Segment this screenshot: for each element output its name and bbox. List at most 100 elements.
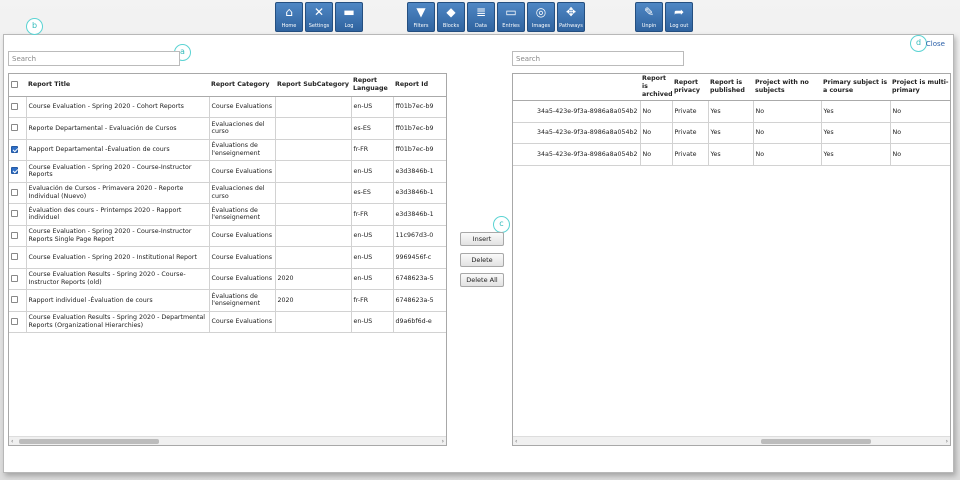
row-select-cell[interactable] <box>9 203 27 226</box>
top-toolbar: ⌂ Home ✕ Settings ▬ Log ▼ Filters ◆ Blocks ≣ Data ▭ E… <box>0 2 960 32</box>
left-search-input[interactable] <box>8 51 180 66</box>
row-select-cell[interactable] <box>9 117 27 140</box>
toolbar-home-button[interactable]: ⌂ Home <box>275 2 303 32</box>
col-header-language[interactable]: Report Language <box>351 74 393 97</box>
toolbar-blocks-button[interactable]: ◆ Blocks <box>437 2 465 32</box>
report-language-cell: en-US <box>351 246 394 269</box>
row-checkbox[interactable] <box>11 253 18 261</box>
table-row[interactable]: Rapport individuel -Évaluation de cours É… <box>9 289 446 312</box>
table-row[interactable]: Course Evaluation - Spring 2020 - Instit… <box>9 246 446 269</box>
toolbar-entries-button[interactable]: ▭ Entries <box>497 2 525 32</box>
table-row[interactable]: Course Evaluation Results - Spring 2020 … <box>9 268 446 290</box>
report-category-cell: Evaluaciones del curso <box>209 117 276 140</box>
toolbar-images-button[interactable]: ◎ Images <box>527 2 555 32</box>
right-col-header[interactable]: Project with no subjects <box>753 74 821 101</box>
row-select-cell[interactable] <box>9 160 27 183</box>
right-col-header[interactable]: Report is published <box>708 74 753 101</box>
table-row[interactable]: Rapport Departamental -Évaluation de cou… <box>9 139 446 161</box>
right-selected-table: Report is archived Report privacy Report i… <box>512 73 951 446</box>
table-row[interactable]: 34a5-423e-9f3a-8986a8a054b2 No Private Yes N… <box>513 100 950 123</box>
col-header-category[interactable]: Report Category <box>209 74 275 97</box>
table-row[interactable]: 34a5-423e-9f3a-8986a8a054b2 No Private Yes N… <box>513 143 950 166</box>
right-col-header[interactable]: Report is archived <box>640 74 672 101</box>
toolbar-unpin-button[interactable]: ✎ Unpin <box>635 2 663 32</box>
row-checkbox[interactable] <box>11 188 18 196</box>
report-category-cell: Course Evaluations <box>209 160 276 183</box>
report-title-cell: Reporte Departamental - Evaluación de Cu… <box>26 117 210 140</box>
table-row[interactable]: Course Evaluation - Spring 2020 - Cohort… <box>9 96 446 118</box>
select-all-checkbox[interactable] <box>11 80 18 88</box>
report-title-cell: Rapport individuel -Évaluation de cours <box>26 289 210 312</box>
right-col-header[interactable]: Primary subject is a course <box>821 74 890 101</box>
col-header-id[interactable]: Report Id <box>393 74 446 97</box>
row-checkbox[interactable] <box>11 145 18 153</box>
toolbar-button-label: Images <box>531 23 551 29</box>
scroll-left-icon[interactable]: ‹ <box>11 437 13 445</box>
report-id-cell: ff01b7ec-b9 <box>393 96 446 118</box>
right-horizontal-scrollbar[interactable]: ‹ › <box>513 436 950 445</box>
table-row[interactable]: Reporte Departamental - Evaluación de Cu… <box>9 117 446 140</box>
left-scroll-thumb[interactable] <box>19 439 159 444</box>
chat-icon: ▬ <box>343 5 355 19</box>
table-row[interactable]: Évaluation des cours - Printemps 2020 - … <box>9 203 446 226</box>
row-select-cell[interactable] <box>9 246 27 269</box>
insert-button[interactable]: Insert <box>460 232 504 246</box>
right-cell: Yes <box>821 100 891 123</box>
scroll-left-icon[interactable]: ‹ <box>515 437 517 445</box>
right-cell: No <box>753 143 822 166</box>
toolbar-filters-button[interactable]: ▼ Filters <box>407 2 435 32</box>
row-select-cell[interactable] <box>9 225 27 247</box>
right-cell: 34a5-423e-9f3a-8986a8a054b2 <box>513 143 641 166</box>
right-cell: 34a5-423e-9f3a-8986a8a054b2 <box>513 122 641 144</box>
right-col-header[interactable]: Report privacy <box>672 74 708 101</box>
row-select-cell[interactable] <box>9 139 27 161</box>
scroll-right-icon[interactable]: › <box>946 437 948 445</box>
table-row[interactable]: 34a5-423e-9f3a-8986a8a054b2 No Private Yes N… <box>513 122 950 144</box>
scroll-right-icon[interactable]: › <box>442 437 444 445</box>
right-col-header[interactable]: Project is multi-primary <box>890 74 950 101</box>
table-row[interactable]: Course Evaluation Results - Spring 2020 … <box>9 311 446 333</box>
right-search-input[interactable] <box>512 51 684 66</box>
toolbar-log-button[interactable]: ▬ Log <box>335 2 363 32</box>
toolbar-settings-button[interactable]: ✕ Settings <box>305 2 333 32</box>
toolbar-button-label: Entries <box>502 23 520 29</box>
row-checkbox[interactable] <box>11 317 18 325</box>
row-checkbox[interactable] <box>11 102 18 110</box>
right-cell: Yes <box>821 122 891 144</box>
report-title-cell: Evaluación de Cursos - Primavera 2020 - … <box>26 182 210 204</box>
delete-all-button[interactable]: Delete All <box>460 273 504 287</box>
row-checkbox[interactable] <box>11 167 18 175</box>
row-checkbox[interactable] <box>11 210 18 218</box>
row-checkbox[interactable] <box>11 296 18 304</box>
col-header-title[interactable]: Report Title <box>26 74 209 97</box>
close-link[interactable]: Close <box>926 40 945 48</box>
select-all-header[interactable] <box>9 74 26 97</box>
toolbar-log-out-button[interactable]: ➦ Log out <box>665 2 693 32</box>
row-select-cell[interactable] <box>9 96 27 118</box>
table-row[interactable]: Course Evaluation - Spring 2020 - Course… <box>9 225 446 247</box>
delete-button[interactable]: Delete <box>460 253 504 267</box>
toolbar-data-button[interactable]: ≣ Data <box>467 2 495 32</box>
row-select-cell[interactable] <box>9 289 27 312</box>
window-icon: ▭ <box>505 5 517 19</box>
row-select-cell[interactable] <box>9 182 27 204</box>
table-row[interactable]: Evaluación de Cursos - Primavera 2020 - … <box>9 182 446 204</box>
report-id-cell: 6748623a-5 <box>393 289 446 312</box>
report-subcategory-cell <box>275 311 352 333</box>
table-row[interactable]: Course Evaluation - Spring 2020 - Course… <box>9 160 446 183</box>
row-select-cell[interactable] <box>9 311 27 333</box>
row-select-cell[interactable] <box>9 268 27 290</box>
row-checkbox[interactable] <box>11 274 18 282</box>
row-checkbox[interactable] <box>11 124 18 132</box>
row-checkbox[interactable] <box>11 231 18 239</box>
report-id-cell: 11c967d3-0 <box>393 225 446 247</box>
right-scroll-thumb[interactable] <box>761 439 871 444</box>
report-language-cell: en-US <box>351 225 394 247</box>
right-col-header[interactable] <box>513 74 640 101</box>
col-header-subcategory[interactable]: Report SubCategory <box>275 74 351 97</box>
left-report-table: Report Title Report Category Report SubC… <box>8 73 447 446</box>
report-subcategory-cell: 2020 <box>275 289 352 312</box>
toolbar-pathways-button[interactable]: ✥ Pathways <box>557 2 585 32</box>
left-horizontal-scrollbar[interactable]: ‹ › <box>9 436 446 445</box>
database-icon: ≣ <box>475 5 487 19</box>
